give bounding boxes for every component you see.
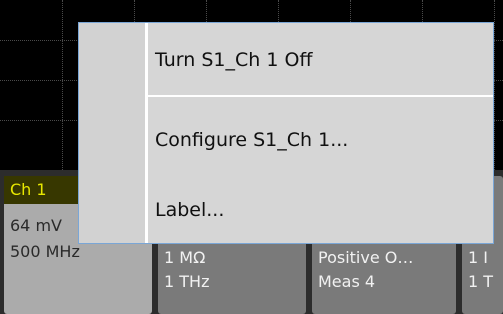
context-menu: Turn S1_Ch 1 Off Configure S1_Ch 1... La… [78, 22, 494, 244]
partial-line-3: 1 T [468, 272, 494, 291]
menu-item-turn-off[interactable]: Turn S1_Ch 1 Off [155, 35, 485, 85]
menu-gutter [79, 23, 148, 243]
input-impedance: 1 MΩ [164, 248, 206, 267]
menu-separator [148, 95, 493, 97]
menu-item-label[interactable]: Label... [155, 185, 485, 235]
measurement-label: Meas 4 [318, 272, 376, 291]
menu-item-configure[interactable]: Configure S1_Ch 1... [155, 115, 485, 165]
grid-line [494, 0, 495, 170]
channel-scale: 64 mV [10, 216, 62, 235]
measurement-name: Positive O… [318, 248, 414, 267]
partial-line-2: 1 I [468, 248, 488, 267]
input-frequency: 1 THz [164, 272, 210, 291]
channel-bandwidth: 500 MHz [10, 242, 80, 261]
grid-line [62, 0, 63, 170]
